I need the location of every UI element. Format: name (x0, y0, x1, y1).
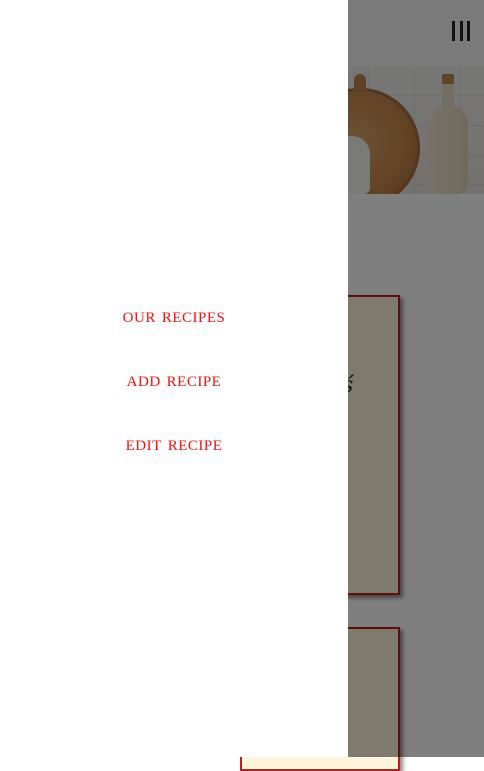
hamburger-menu-icon[interactable] (452, 21, 470, 41)
drawer-navigation: OUR RECIPES ADD RECIPE EDIT RECIPE (0, 298, 348, 490)
menu-bar (459, 21, 463, 41)
menu-bar (452, 21, 455, 41)
side-drawer: OUR RECIPES ADD RECIPE EDIT RECIPE (0, 0, 348, 757)
nav-link-edit-recipe[interactable]: EDIT RECIPE (126, 426, 223, 490)
nav-link-our-recipes[interactable]: OUR RECIPES (123, 298, 226, 362)
nav-link-add-recipe[interactable]: ADD RECIPE (127, 362, 222, 426)
menu-bar (467, 21, 470, 41)
